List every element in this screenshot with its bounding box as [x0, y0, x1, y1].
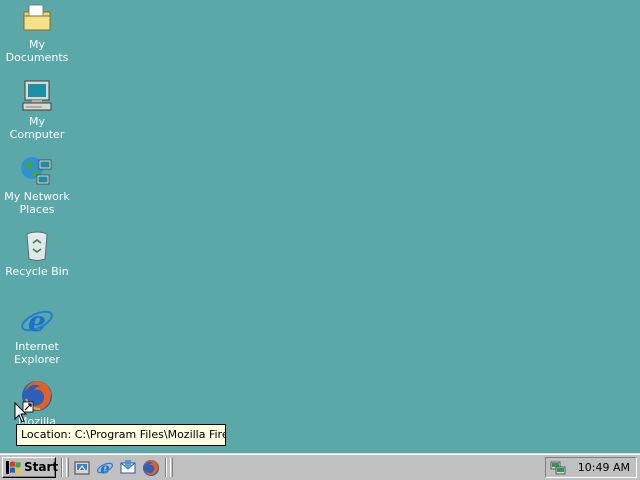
- desktop[interactable]: My Documents My Computer My Network Plac…: [0, 0, 640, 453]
- desktop-icon-label: Internet Explorer: [14, 340, 60, 366]
- quick-launch-grip[interactable]: [66, 458, 69, 477]
- taskbar-grip[interactable]: [170, 458, 173, 477]
- mouse-cursor-icon: [14, 401, 28, 424]
- folder-icon: [20, 2, 54, 36]
- network-places-icon: [20, 154, 54, 188]
- location-tooltip: Location: C:\Program Files\Mozilla Firef…: [16, 424, 226, 446]
- outlook-express-icon[interactable]: [119, 459, 137, 477]
- windows-flag-icon: [6, 461, 21, 474]
- show-desktop-icon[interactable]: [73, 459, 91, 477]
- desktop-icon-label: Recycle Bin: [5, 265, 69, 278]
- firefox-icon[interactable]: [142, 459, 160, 477]
- taskbar-clock[interactable]: 10:49 AM: [578, 458, 630, 477]
- taskbar: Start e 10:49 AM: [0, 453, 640, 480]
- desktop-icon-internet-explorer[interactable]: e Internet Explorer: [0, 300, 74, 366]
- taskbar-separator: [165, 458, 167, 477]
- recycle-bin-icon: [20, 229, 54, 263]
- svg-text:e: e: [100, 460, 110, 478]
- computer-icon: [20, 79, 54, 113]
- start-button[interactable]: Start: [2, 457, 59, 478]
- desktop-icon-my-documents[interactable]: My Documents: [0, 0, 74, 64]
- start-label: Start: [24, 460, 59, 474]
- desktop-icon-label: My Computer: [9, 115, 65, 141]
- svg-text:e: e: [28, 305, 46, 338]
- network-tray-icon[interactable]: [550, 460, 566, 476]
- desktop-icon-label: My Network Places: [4, 190, 70, 216]
- taskbar-separator: [61, 458, 63, 477]
- internet-explorer-icon: e: [20, 304, 54, 338]
- system-tray: 10:49 AM: [545, 457, 637, 478]
- internet-explorer-icon[interactable]: e: [96, 459, 114, 478]
- desktop-icon-recycle-bin[interactable]: Recycle Bin: [0, 225, 74, 278]
- desktop-icon-label: My Documents: [5, 38, 69, 64]
- desktop-icon-my-computer[interactable]: My Computer: [0, 75, 74, 141]
- desktop-icon-my-network-places[interactable]: My Network Places: [0, 150, 74, 216]
